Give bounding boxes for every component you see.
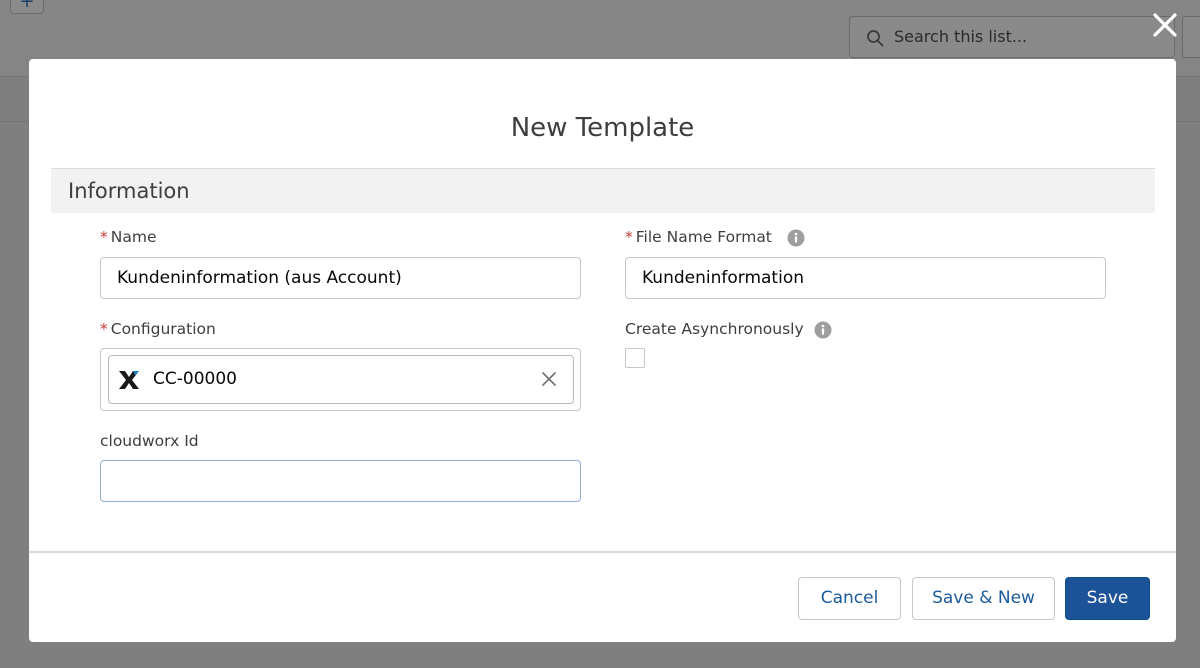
close-icon[interactable] — [1150, 10, 1180, 40]
name-label: * Name — [100, 228, 156, 246]
configuration-selected-pill[interactable]: CC-00000 — [108, 355, 574, 404]
required-indicator: * — [625, 228, 633, 246]
cloudworx-id-input[interactable] — [100, 460, 581, 502]
remove-icon[interactable] — [541, 371, 557, 387]
create-asynchronously-checkbox[interactable] — [625, 348, 645, 368]
cloudworx-logo-icon — [119, 371, 139, 389]
modal-title: New Template — [510, 113, 695, 143]
configuration-value: CC-00000 — [153, 369, 237, 389]
configuration-lookup[interactable]: CC-00000 — [100, 348, 581, 411]
cloudworx-id-label: cloudworx Id — [100, 432, 199, 450]
info-icon[interactable] — [787, 229, 805, 247]
info-icon[interactable] — [814, 321, 832, 339]
file-name-format-label-text: File Name Format — [635, 228, 772, 246]
save-button[interactable]: Save — [1065, 577, 1150, 620]
name-input[interactable] — [100, 257, 581, 299]
save-and-new-button[interactable]: Save & New — [912, 577, 1055, 620]
create-asynchronously-label: Create Asynchronously — [625, 320, 804, 338]
new-template-modal: New Template Information *Name *File Nam… — [29, 59, 1176, 642]
background-new-button[interactable]: + — [10, 0, 44, 14]
background-search-box[interactable]: Search this list... — [849, 16, 1175, 58]
footer-divider — [29, 551, 1176, 553]
search-placeholder: Search this list... — [894, 27, 1028, 46]
name-label-text: Name — [110, 228, 157, 246]
file-name-format-label: * File Name Format — [625, 228, 772, 246]
required-indicator: * — [100, 228, 108, 246]
cancel-button[interactable]: Cancel — [798, 577, 901, 620]
required-indicator: * — [100, 320, 108, 338]
background-edge-button[interactable] — [1182, 16, 1200, 58]
section-header: Information — [51, 169, 1155, 213]
search-icon — [867, 30, 884, 47]
configuration-label: * Configuration — [100, 320, 216, 338]
section-title: Information — [68, 179, 190, 203]
configuration-label-text: Configuration — [110, 320, 216, 338]
file-name-format-input[interactable] — [625, 257, 1106, 299]
